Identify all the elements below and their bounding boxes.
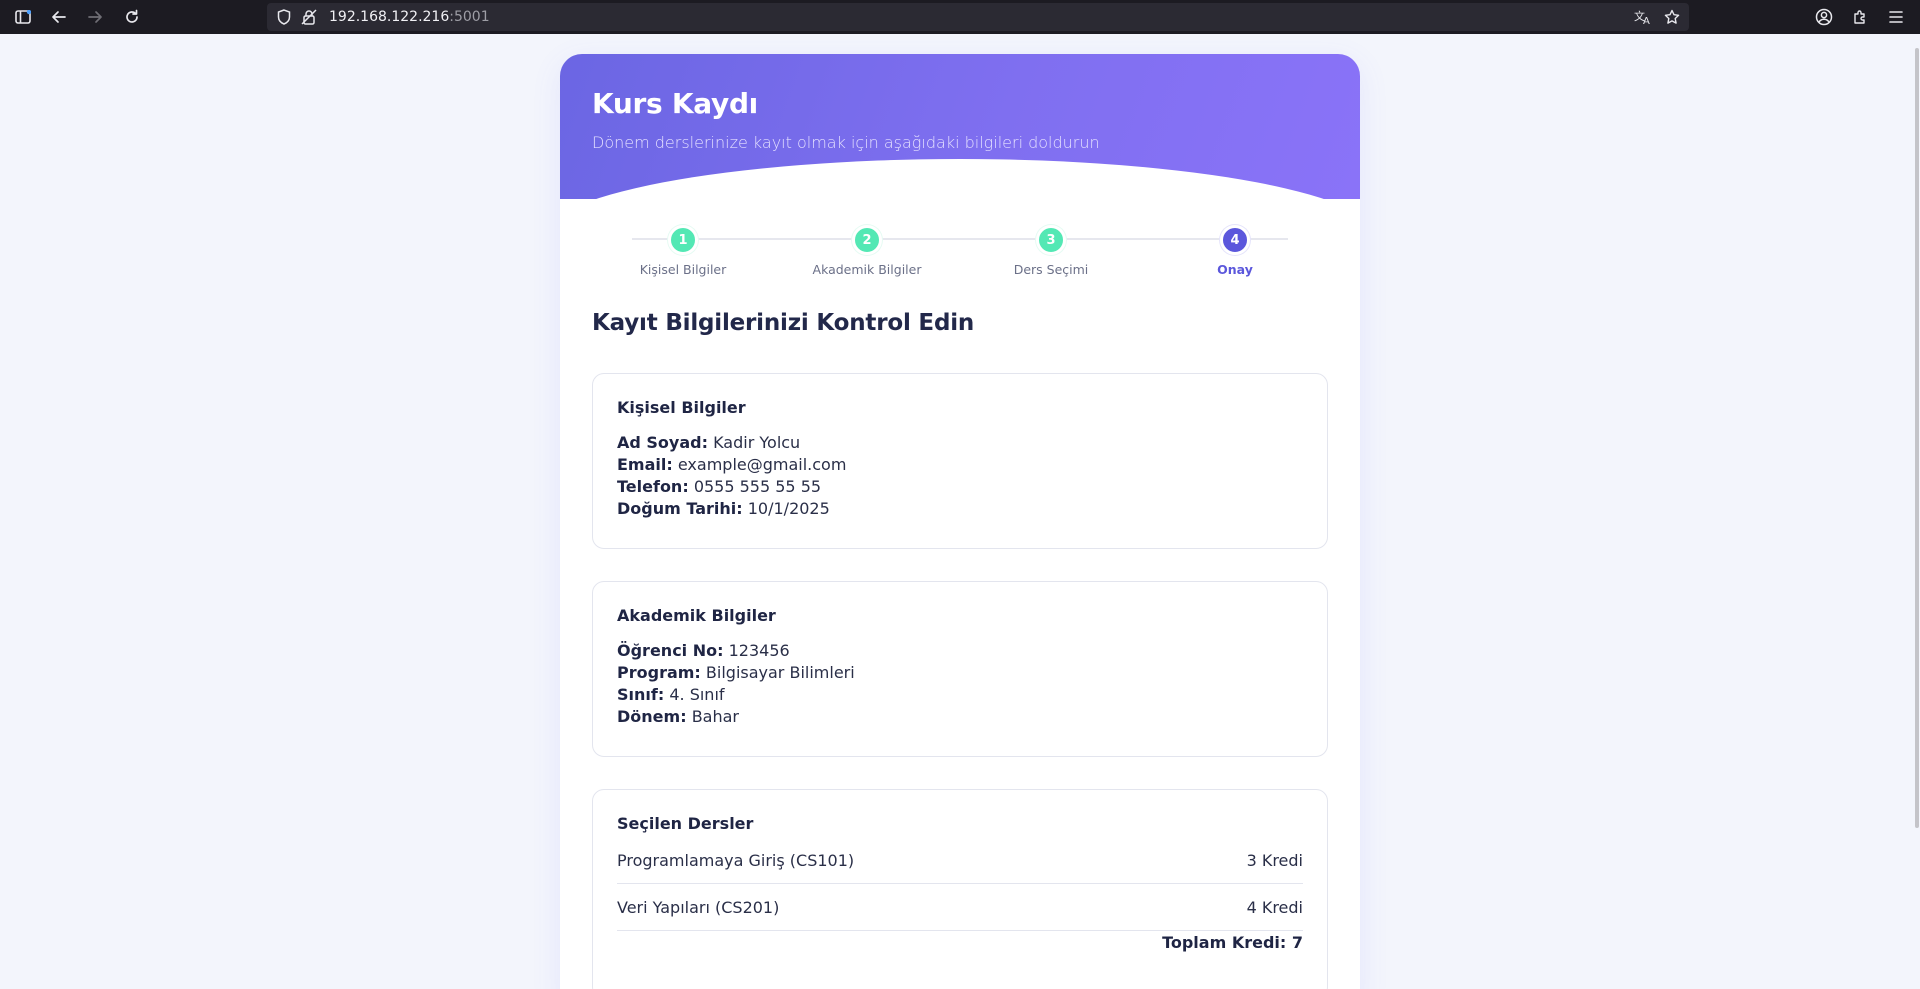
field-value: 123456 — [728, 641, 790, 660]
scrollbar-thumb[interactable] — [1915, 48, 1919, 828]
extensions-icon[interactable] — [1848, 5, 1872, 29]
field-class: Sınıf: 4. Sınıf — [617, 684, 1303, 706]
url-port: :5001 — [449, 9, 490, 25]
field-label: Email: — [617, 455, 673, 474]
field-label: Telefon: — [617, 477, 689, 496]
course-name: Programlamaya Giriş (CS101) — [617, 850, 855, 870]
field-birth-date: Doğum Tarihi: 10/1/2025 — [617, 498, 1303, 520]
total-credits: Toplam Kredi: 7 — [1162, 933, 1303, 952]
shield-icon[interactable] — [275, 8, 293, 26]
field-value: Bahar — [691, 707, 739, 726]
field-label: Öğrenci No: — [617, 641, 724, 660]
progress-stepper: 1 Kişisel Bilgiler 2 Akademik Bilgiler 3… — [632, 219, 1288, 279]
academic-info-heading: Akademik Bilgiler — [617, 606, 776, 625]
course-name: Veri Yapıları (CS201) — [617, 897, 780, 917]
url-text[interactable]: 192.168.122.216:5001 — [329, 9, 490, 25]
field-program: Program: Bilgisayar Bilimleri — [617, 662, 1303, 684]
step-label: Kişisel Bilgiler — [639, 262, 727, 277]
step-label: Ders Seçimi — [1013, 262, 1089, 277]
insecure-lock-icon[interactable] — [300, 8, 318, 26]
forward-icon[interactable] — [83, 5, 107, 29]
selected-courses-box: Seçilen Dersler Programlamaya Giriş (CS1… — [592, 789, 1328, 989]
step-label: Onay — [1217, 262, 1253, 277]
field-label: Dönem: — [617, 707, 687, 726]
step-courses: 3 Ders Seçimi — [971, 225, 1131, 277]
browser-toolbar: 192.168.122.216:5001 文A — [0, 0, 1920, 34]
reload-icon[interactable] — [120, 5, 144, 29]
page-subtitle: Dönem derslerinize kayıt olmak için aşağ… — [592, 133, 1100, 152]
review-title: Kayıt Bilgilerinizi Kontrol Edin — [592, 310, 975, 336]
translate-icon[interactable]: 文A — [1634, 8, 1652, 26]
step-confirm: 4 Onay — [1155, 225, 1315, 277]
card-header: Kurs Kaydı Dönem derslerinize kayıt olma… — [560, 54, 1360, 239]
personal-info-box: Kişisel Bilgiler Ad Soyad: Kadir Yolcu E… — [592, 373, 1328, 549]
field-label: Ad Soyad: — [617, 433, 708, 452]
field-value: Bilgisayar Bilimleri — [705, 663, 855, 682]
page-scrollbar[interactable] — [1912, 34, 1920, 989]
step-academic: 2 Akademik Bilgiler — [787, 225, 947, 277]
registration-card: Kurs Kaydı Dönem derslerinize kayıt olma… — [560, 54, 1360, 989]
course-row: Programlamaya Giriş (CS101) 3 Kredi — [617, 837, 1303, 884]
page-title: Kurs Kaydı — [592, 87, 758, 120]
step-number: 2 — [852, 225, 882, 255]
field-label: Doğum Tarihi: — [617, 499, 743, 518]
field-email: Email: example@gmail.com — [617, 454, 1303, 476]
field-value: example@gmail.com — [677, 455, 847, 474]
field-term: Dönem: Bahar — [617, 706, 1303, 728]
field-value: 0555 555 55 55 — [693, 477, 822, 496]
step-number: 4 — [1220, 225, 1250, 255]
field-phone: Telefon: 0555 555 55 55 — [617, 476, 1303, 498]
step-number: 3 — [1036, 225, 1066, 255]
menu-icon[interactable] — [1884, 5, 1908, 29]
academic-info-box: Akademik Bilgiler Öğrenci No: 123456 Pro… — [592, 581, 1328, 757]
field-label: Program: — [617, 663, 701, 682]
bookmark-star-icon[interactable] — [1663, 8, 1681, 26]
step-personal: 1 Kişisel Bilgiler — [603, 225, 763, 277]
selected-courses-heading: Seçilen Dersler — [617, 814, 754, 833]
url-host: 192.168.122.216 — [329, 9, 450, 25]
step-label: Akademik Bilgiler — [812, 262, 922, 277]
field-full-name: Ad Soyad: Kadir Yolcu — [617, 432, 1303, 454]
field-label: Sınıf: — [617, 685, 665, 704]
field-value: Kadir Yolcu — [713, 433, 801, 452]
field-value: 10/1/2025 — [747, 499, 830, 518]
field-value: 4. Sınıf — [669, 685, 725, 704]
course-credits: 3 Kredi — [1246, 850, 1303, 870]
review-content: Kayıt Bilgilerinizi Kontrol Edin Kişisel… — [592, 310, 1328, 989]
svg-text:A: A — [1643, 16, 1650, 25]
course-credits: 4 Kredi — [1246, 897, 1303, 917]
address-bar[interactable]: 192.168.122.216:5001 文A — [267, 3, 1689, 31]
sidebar-toggle-icon[interactable] — [11, 5, 35, 29]
account-icon[interactable] — [1812, 5, 1836, 29]
field-student-no: Öğrenci No: 123456 — [617, 640, 1303, 662]
personal-info-heading: Kişisel Bilgiler — [617, 398, 746, 417]
step-number: 1 — [668, 225, 698, 255]
back-icon[interactable] — [47, 5, 71, 29]
course-row: Veri Yapıları (CS201) 4 Kredi — [617, 884, 1303, 931]
